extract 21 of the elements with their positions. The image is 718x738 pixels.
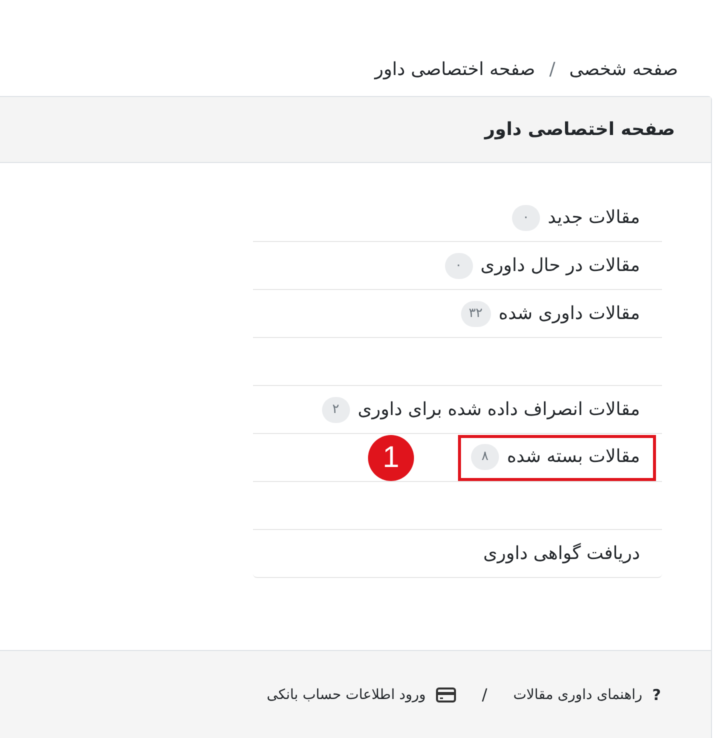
count-badge: ۲ bbox=[322, 396, 350, 422]
footer-separator: / bbox=[482, 685, 488, 704]
footer-link[interactable]: ورود اطلاعات حساب بانکی bbox=[266, 686, 426, 702]
list-item-link[interactable]: مقالات بسته شده bbox=[507, 446, 640, 467]
count-badge: ۰ bbox=[512, 204, 540, 230]
list-item-link[interactable]: مقالات در حال داوری bbox=[480, 255, 640, 276]
list-item-link[interactable]: مقالات داوری شده bbox=[498, 303, 640, 324]
breadcrumb-current: صفحه اختصاصی داور bbox=[374, 58, 536, 80]
count-badge: ۸ bbox=[471, 444, 499, 470]
footer-link[interactable]: راهنمای داوری مقالات bbox=[513, 686, 642, 702]
help-icon: ? bbox=[652, 686, 661, 704]
step-marker: 1 bbox=[368, 434, 414, 480]
count-badge: ۳۲ bbox=[460, 300, 491, 326]
list-item-link[interactable]: مقالات جدید bbox=[548, 207, 640, 228]
card-title: صفحه اختصاصی داور bbox=[484, 119, 675, 140]
list-item-link[interactable]: دریافت گواهی داوری bbox=[483, 543, 640, 564]
count-badge: ۰ bbox=[444, 252, 472, 278]
breadcrumb-separator: / bbox=[549, 58, 556, 80]
breadcrumb-link[interactable]: صفحه شخصی bbox=[569, 58, 678, 80]
credit-card-icon bbox=[436, 686, 456, 702]
list-item-link[interactable]: مقالات انصراف داده شده برای داوری bbox=[358, 399, 640, 420]
